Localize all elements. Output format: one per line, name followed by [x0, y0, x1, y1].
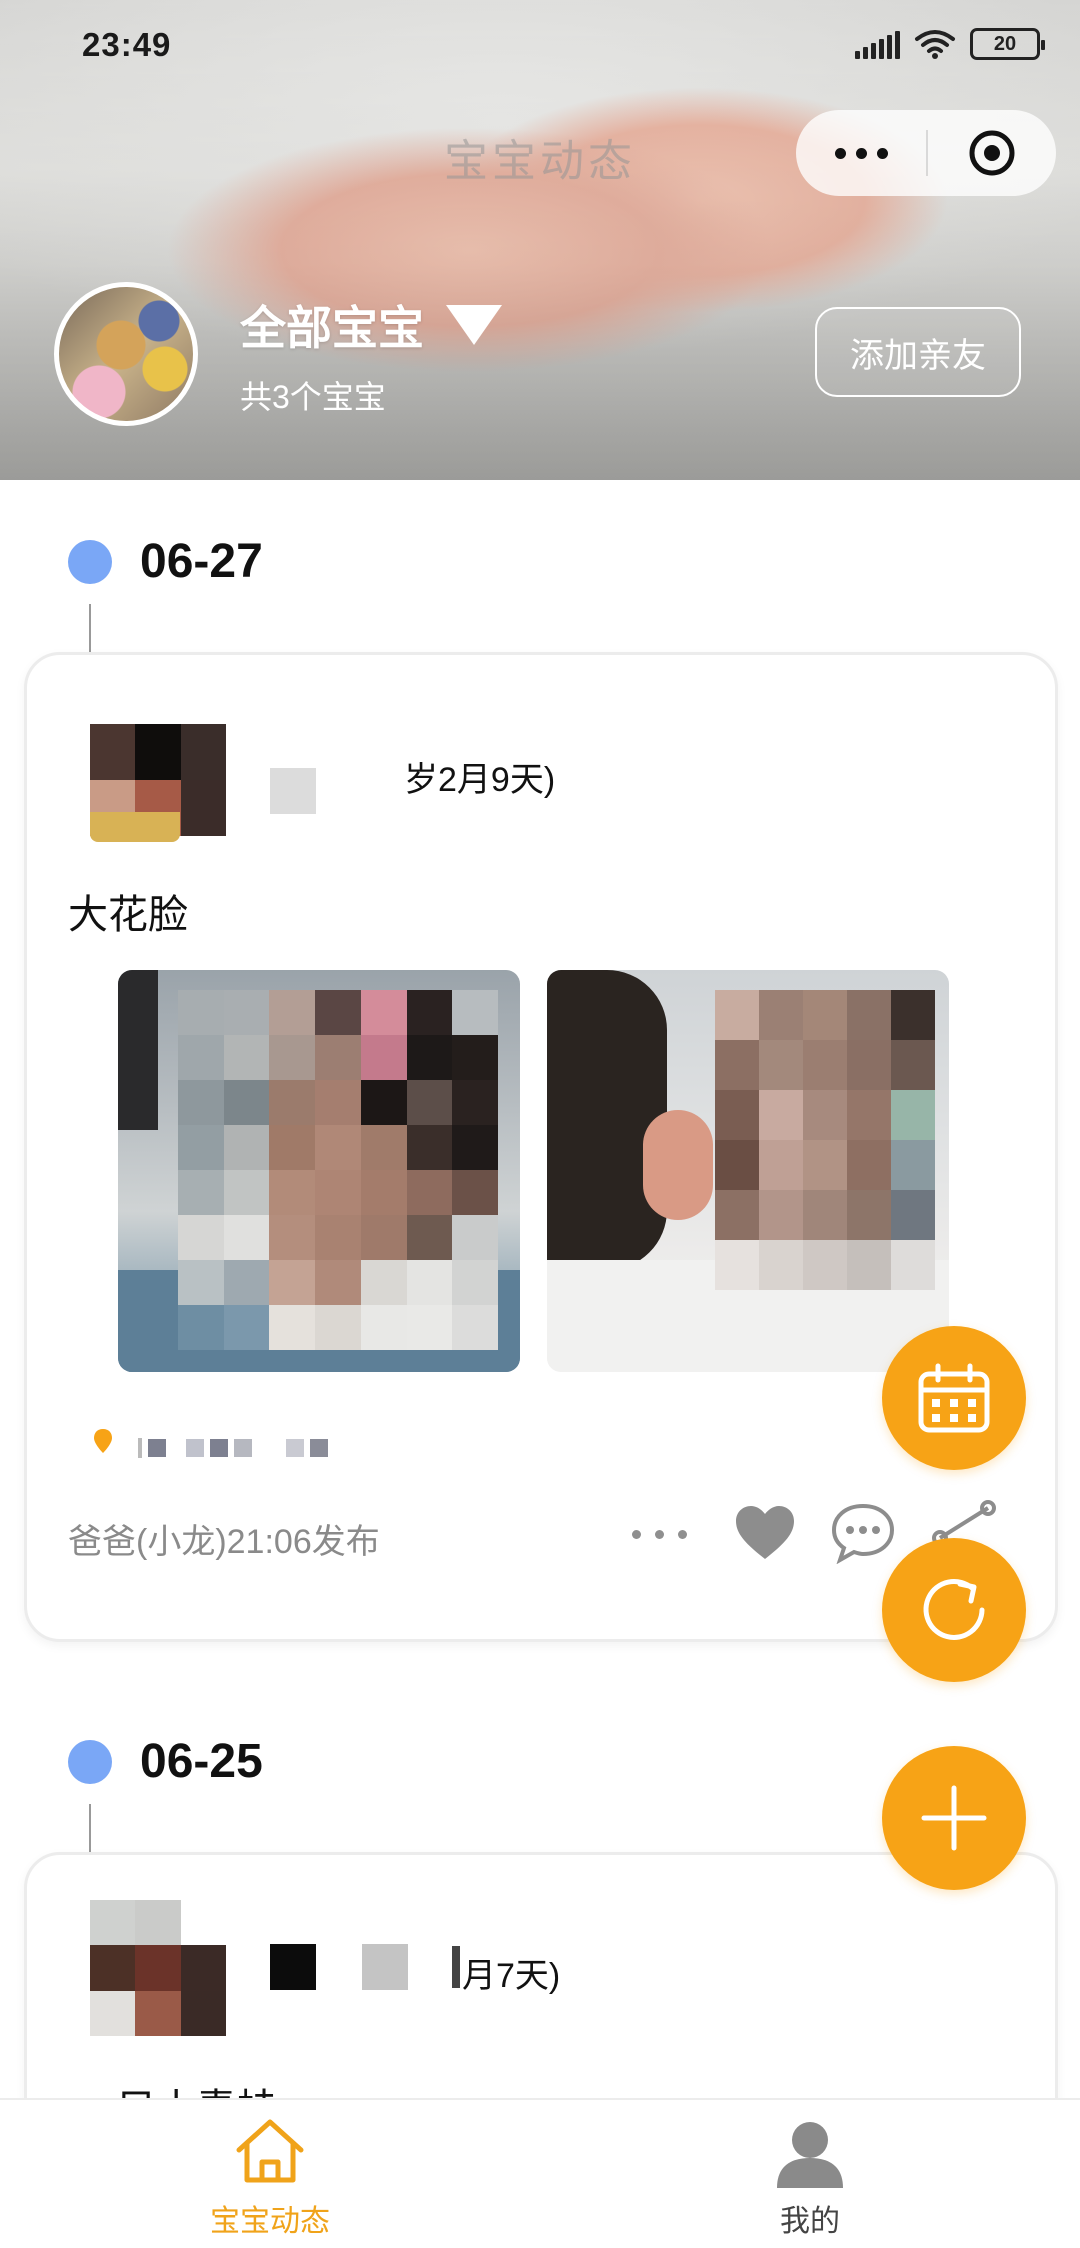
status-time: 23:49 [82, 26, 172, 63]
post-content: 大花脸 [68, 893, 188, 937]
post-publish-info: 爸爸(小龙)21:06发布 [68, 1523, 380, 1561]
plus-icon [921, 1785, 987, 1851]
battery-icon: 20 [970, 28, 1045, 60]
redacted-block [452, 1946, 460, 1988]
timeline-dot [68, 540, 112, 584]
nav-label-baby-feed: 宝宝动态 [210, 2205, 330, 2238]
location-redacted [138, 1438, 328, 1458]
post-more-button[interactable] [632, 1530, 687, 1539]
signal-icon [855, 29, 900, 59]
refresh-icon [923, 1579, 985, 1640]
close-miniprogram-button[interactable] [928, 110, 1056, 196]
nav-label-me: 我的 [780, 2205, 840, 2238]
redacted-block [270, 768, 316, 814]
wifi-icon [915, 30, 955, 59]
baby-count: 共3个宝宝 [240, 379, 386, 415]
baby-age: 月7天) [462, 1957, 561, 1995]
baby-age: 岁2月9天) [404, 761, 556, 799]
post-photo-1[interactable] [118, 970, 520, 1372]
baby-selector[interactable]: 全部宝宝 [240, 292, 502, 358]
person-icon [777, 2122, 843, 2188]
post-content-clip: 只小青蛙 [68, 2060, 868, 2098]
header-banner: 23:49 20 宝宝动态 全部宝宝 共3个宝宝 添加亲友 [0, 0, 1080, 480]
bottom-nav: 宝宝动态 我的 [0, 2098, 1080, 2248]
more-menu-button[interactable] [796, 110, 926, 196]
timeline-line [89, 1804, 91, 1852]
like-heart-icon[interactable] [734, 1504, 796, 1562]
add-post-fab-button[interactable] [882, 1746, 1026, 1890]
redacted-block [270, 1944, 316, 1990]
more-dots-icon [834, 147, 846, 159]
author-avatar-blurred[interactable] [90, 1900, 226, 2036]
redacted-block [362, 1944, 408, 1990]
add-friend-button[interactable]: 添加亲友 [815, 307, 1021, 397]
dropdown-triangle-icon [446, 305, 502, 345]
post-content: 只小青蛙 [68, 2076, 868, 2098]
target-icon [969, 130, 1015, 176]
calendar-fab-button[interactable] [882, 1326, 1026, 1470]
post-photo-2[interactable] [547, 970, 949, 1372]
comment-icon[interactable] [830, 1502, 896, 1564]
timeline-date: 06-27 [140, 535, 263, 588]
baby-selector-label: 全部宝宝 [240, 302, 424, 354]
baby-avatar[interactable] [54, 282, 198, 426]
timeline-date: 06-25 [140, 1735, 263, 1788]
home-icon [236, 2119, 304, 2183]
miniprogram-capsule [796, 110, 1056, 196]
location-pin-icon [94, 1429, 112, 1453]
timeline-dot [68, 1740, 112, 1784]
timeline-line [89, 604, 91, 652]
status-icons: 20 [855, 28, 1045, 60]
refresh-fab-button[interactable] [882, 1538, 1026, 1682]
calendar-icon [918, 1363, 990, 1433]
nav-item-baby-feed[interactable]: 宝宝动态 [0, 2100, 540, 2248]
nav-item-me[interactable]: 我的 [540, 2100, 1080, 2248]
